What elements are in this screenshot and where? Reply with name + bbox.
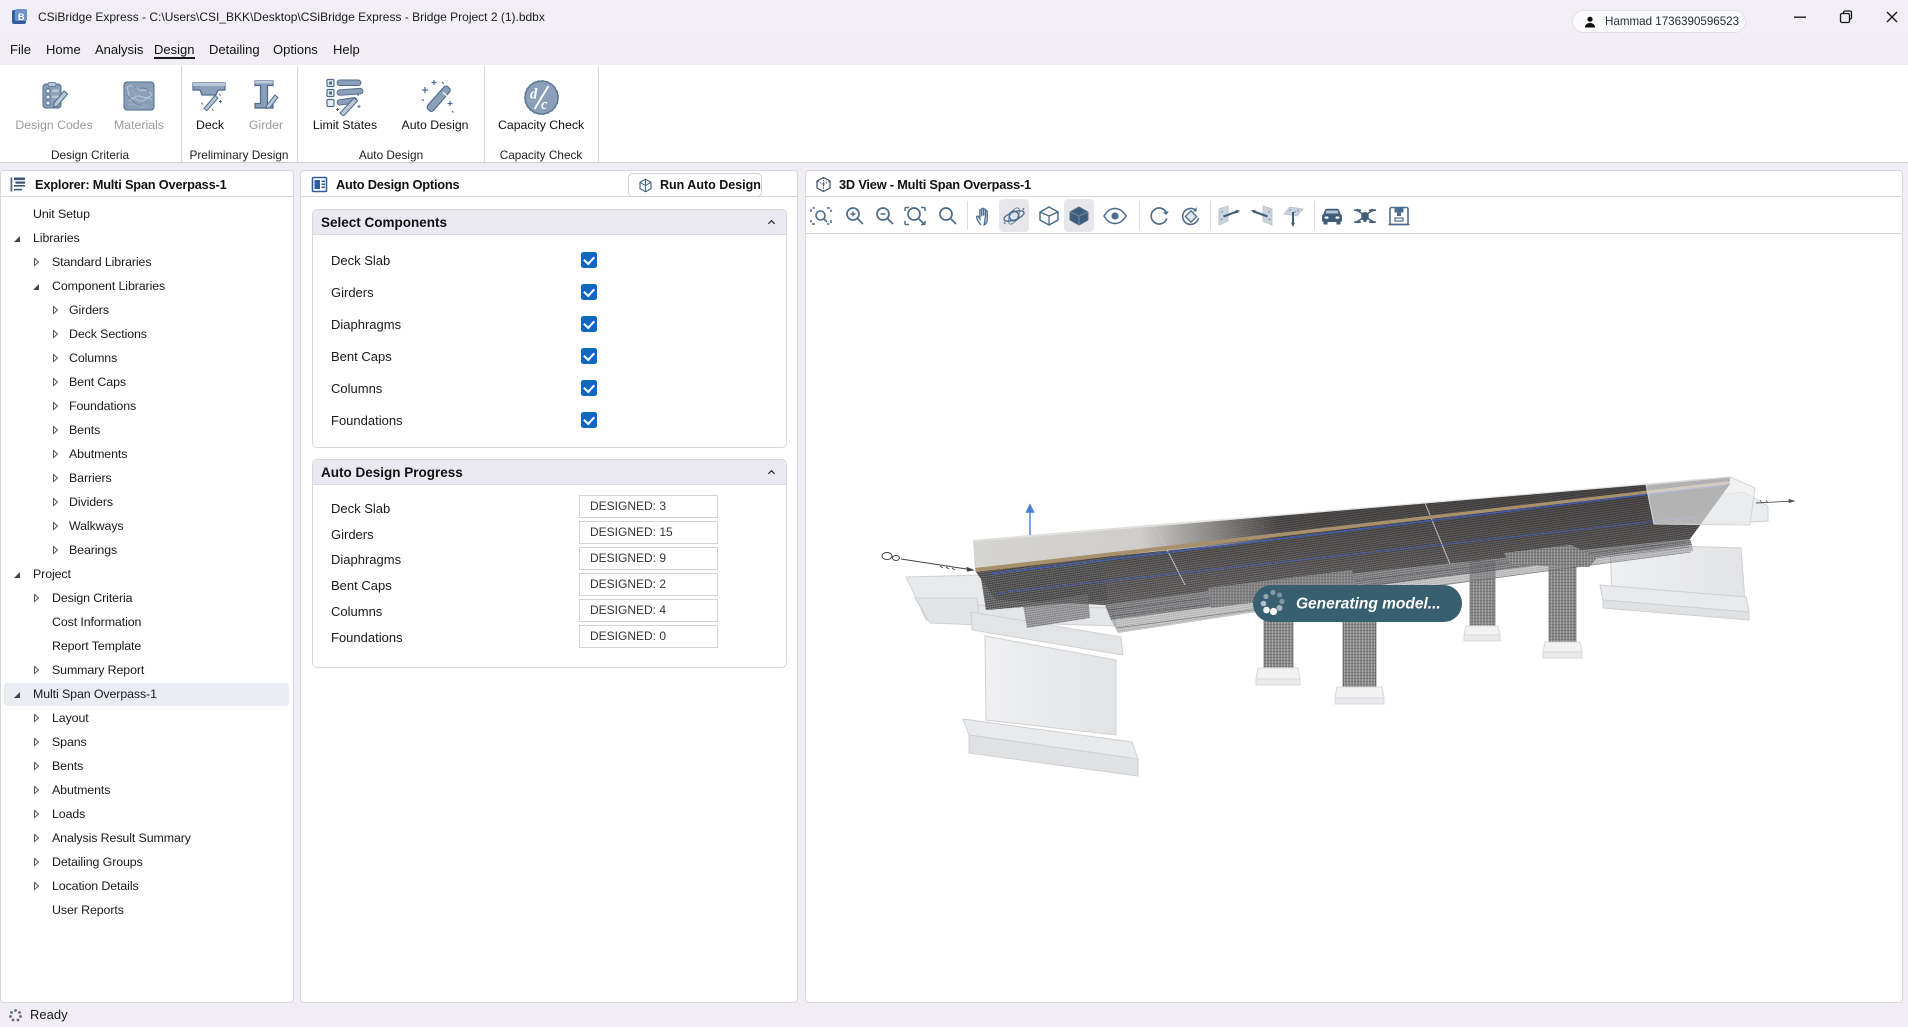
svg-text:d: d xyxy=(530,87,538,103)
svg-text:B: B xyxy=(18,12,25,22)
svg-text:c: c xyxy=(541,97,548,113)
svg-text:Generating model...: Generating model... xyxy=(1296,596,1441,613)
